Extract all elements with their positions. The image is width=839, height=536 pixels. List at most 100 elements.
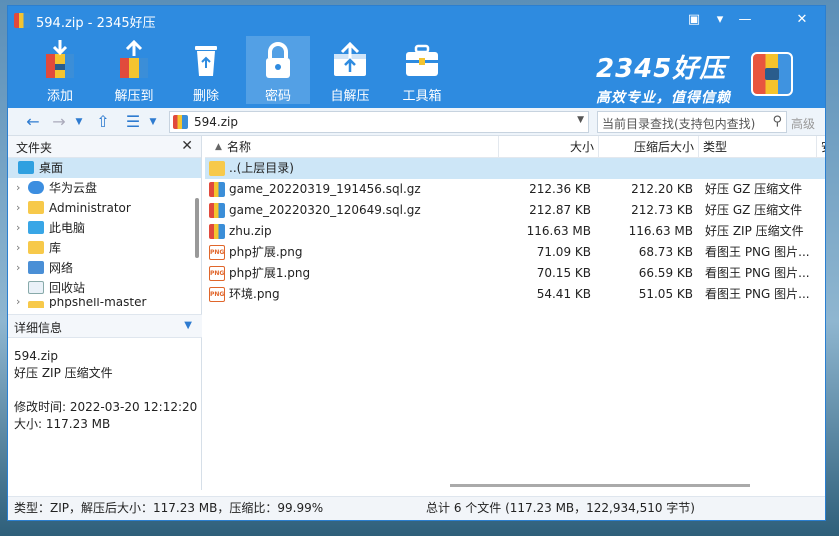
tree-item-library[interactable]: › 库	[8, 238, 201, 258]
file-size: 212.87 KB	[529, 203, 591, 217]
back-arrow-icon[interactable]: ←	[24, 113, 42, 131]
history-dropdown-icon[interactable]: ▼	[70, 113, 88, 131]
brand-slogan: 高效专业，值得信赖	[596, 90, 731, 106]
tree-item-this-pc[interactable]: › 此电脑	[8, 218, 201, 238]
lock-icon	[258, 40, 298, 80]
file-packed-size: 66.59 KB	[638, 266, 693, 280]
folders-panel-header: 文件夹 ✕	[8, 136, 201, 158]
tree-item-label: 回收站	[49, 281, 86, 295]
tree-item-administrator[interactable]: › Administrator	[8, 198, 201, 218]
expand-arrow-icon[interactable]: ›	[16, 238, 20, 258]
toolbar-add-button[interactable]: 添加	[28, 36, 92, 104]
folder-icon	[28, 301, 44, 308]
close-icon[interactable]: ✕	[792, 11, 812, 29]
file-size: 54.41 KB	[536, 287, 591, 301]
file-rows: ..(上层目录) game_20220319_191456.sql.gz 212.3…	[205, 158, 825, 305]
file-row[interactable]: ..(上层目录)	[205, 158, 825, 179]
toolbar-toolbox-label: 工具箱	[402, 89, 442, 104]
expand-arrow-icon[interactable]: ›	[16, 218, 20, 238]
toolbar-add-label: 添加	[46, 89, 73, 104]
app-window: 594.zip - 2345好压 ▣ ▾ — ✕ 添加 解压到 删除 密码 自解…	[8, 6, 825, 520]
file-type: 看图王 PNG 图片...	[705, 245, 810, 259]
search-icon[interactable]: ⚲	[772, 114, 782, 129]
tree-item-network[interactable]: › 网络	[8, 258, 201, 278]
folders-panel-title: 文件夹	[16, 141, 53, 155]
toolbar-self-extract-button[interactable]: 自解压	[318, 36, 382, 104]
column-name-label: 名称	[227, 140, 252, 154]
tree-item-label: phpshell-master	[49, 298, 147, 308]
archive-file-icon	[209, 203, 225, 218]
left-panel: 文件夹 ✕ 桌面 › 华为云盘 › Administrator › 此电脑 › …	[8, 136, 202, 490]
file-list: ▲ 名称 大小 压缩后大小 类型 安 ..(上层目录) game_20220319…	[205, 136, 825, 490]
up-folder-icon[interactable]: ⇧	[94, 113, 112, 131]
toolbar-extract-button[interactable]: 解压到	[102, 36, 166, 104]
column-name[interactable]: ▲ 名称	[205, 136, 499, 158]
network-icon	[28, 261, 44, 274]
expand-arrow-icon[interactable]: ›	[16, 298, 20, 308]
minimize-icon[interactable]: —	[735, 11, 755, 29]
chat-icon[interactable]: ▣	[684, 11, 704, 29]
advanced-search-link[interactable]: 高级	[791, 115, 815, 132]
folder-icon	[28, 201, 44, 214]
title-bar[interactable]: 594.zip - 2345好压 ▣ ▾ — ✕	[8, 6, 825, 34]
file-name: php扩展.png	[229, 245, 303, 259]
file-type: 看图王 PNG 图片...	[705, 266, 810, 280]
path-text: 594.zip	[194, 115, 238, 129]
brand-logo-icon	[751, 52, 793, 96]
window-title: 594.zip - 2345好压	[36, 16, 156, 31]
file-row[interactable]: game_20220319_191456.sql.gz 212.36 KB 212.…	[205, 179, 825, 200]
tree-item-huawei-cloud[interactable]: › 华为云盘	[8, 178, 201, 198]
search-input[interactable]: 当前目录查找(支持包内查找) ⚲	[597, 111, 787, 133]
expand-arrow-icon[interactable]: ›	[16, 178, 20, 198]
expand-arrow-icon[interactable]: ›	[16, 198, 20, 218]
file-row[interactable]: zhu.zip 116.63 MB 116.63 MB 好压 ZIP 压缩文件	[205, 221, 825, 242]
extract-icon	[114, 39, 154, 80]
file-type: 看图王 PNG 图片...	[705, 287, 810, 301]
details-modified: 修改时间: 2022-03-20 12:12:20	[14, 400, 198, 414]
details-filename: 594.zip	[14, 349, 58, 363]
column-type[interactable]: 类型	[699, 136, 817, 158]
details-panel-header[interactable]: 详细信息 ▼	[8, 314, 202, 338]
expand-arrow-icon[interactable]: ›	[16, 258, 20, 278]
list-scrollbar[interactable]	[450, 484, 750, 487]
forward-arrow-icon[interactable]: →	[50, 113, 68, 131]
archive-file-icon	[209, 224, 225, 239]
file-size: 70.15 KB	[536, 266, 591, 280]
file-name: 环境.png	[229, 287, 280, 301]
file-row[interactable]: PNG php扩展1.png 70.15 KB 66.59 KB 看图王 PNG 图片.…	[205, 263, 825, 284]
column-packed[interactable]: 压缩后大小	[599, 136, 699, 158]
toolbar-delete-button[interactable]: 删除	[174, 36, 238, 104]
toolbar-area: 594.zip - 2345好压 ▣ ▾ — ✕ 添加 解压到 删除 密码 自解…	[8, 6, 825, 108]
recycle-bin-icon	[28, 281, 44, 294]
tree-item-desktop[interactable]: 桌面	[8, 158, 201, 178]
close-icon[interactable]: ✕	[181, 138, 193, 154]
file-name: php扩展1.png	[229, 266, 311, 280]
tree-item-label: Administrator	[49, 201, 131, 215]
delete-icon	[186, 40, 226, 80]
file-list-header: ▲ 名称 大小 压缩后大小 类型 安	[205, 136, 825, 158]
path-dropdown-icon[interactable]: ▼	[577, 115, 584, 125]
collapse-icon[interactable]: ▼	[184, 320, 192, 331]
file-row[interactable]: game_20220320_120649.sql.gz 212.87 KB 212.…	[205, 200, 825, 221]
column-extra[interactable]: 安	[817, 136, 825, 158]
view-dropdown-icon[interactable]: ▼	[144, 113, 162, 131]
toolbar-password-button[interactable]: 密码	[246, 36, 310, 104]
folder-tree[interactable]: 桌面 › 华为云盘 › Administrator › 此电脑 › 库 › 网络…	[8, 158, 201, 308]
skin-icon[interactable]: ▾	[710, 11, 730, 29]
file-row[interactable]: PNG php扩展.png 71.09 KB 68.73 KB 看图王 PNG 图片..…	[205, 242, 825, 263]
tree-scrollbar[interactable]	[195, 198, 199, 258]
view-list-icon[interactable]: ☰	[124, 113, 142, 131]
file-type: 好压 GZ 压缩文件	[705, 203, 803, 217]
tree-item-recycle-bin[interactable]: 回收站	[8, 278, 201, 298]
sort-up-icon: ▲	[215, 142, 222, 152]
file-row[interactable]: PNG 环境.png 54.41 KB 51.05 KB 看图王 PNG 图片...	[205, 284, 825, 305]
file-type: 好压 ZIP 压缩文件	[705, 224, 804, 238]
details-panel-title: 详细信息	[14, 321, 63, 335]
tree-item-label: 桌面	[39, 161, 64, 175]
path-field[interactable]: 594.zip ▼	[169, 111, 589, 133]
toolbar-toolbox-button[interactable]: 工具箱	[390, 36, 454, 104]
column-size[interactable]: 大小	[499, 136, 599, 158]
zip-file-icon	[173, 115, 188, 129]
tree-item-phpshell[interactable]: › phpshell-master	[8, 298, 201, 308]
file-packed-size: 51.05 KB	[638, 287, 693, 301]
